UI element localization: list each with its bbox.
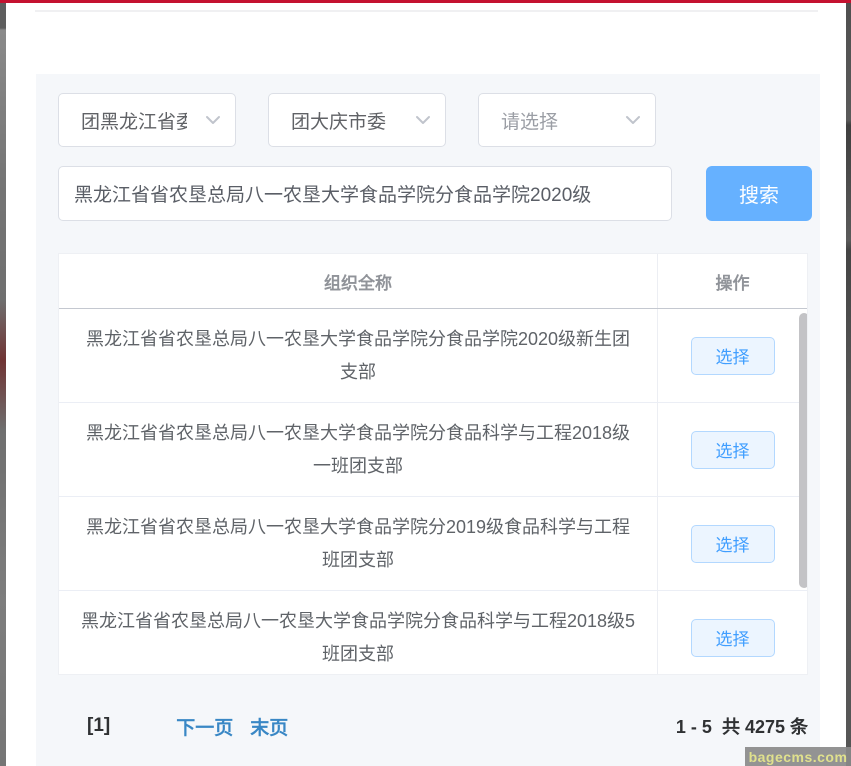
watermark-text: bagecms.com [749, 749, 848, 765]
table-body: 黑龙江省省农垦总局八一农垦大学食品学院分食品学院2020级新生团支部 选择 黑龙… [59, 309, 807, 674]
org-name-cell: 黑龙江省省农垦总局八一农垦大学食品学院分食品学院2020级新生团支部 [59, 309, 658, 402]
table-row: 黑龙江省省农垦总局八一农垦大学食品学院分2019级食品科学与工程班团支部 选择 [59, 497, 807, 591]
org-name-cell: 黑龙江省省农垦总局八一农垦大学食品学院分食品科学与工程2018级5班团支部 [59, 591, 658, 674]
current-page-indicator[interactable]: [1] [87, 715, 110, 737]
action-cell: 选择 [658, 403, 807, 496]
last-page-link[interactable]: 末页 [250, 713, 288, 740]
org-name-cell: 黑龙江省省农垦总局八一农垦大学食品学院分食品科学与工程2018级一班团支部 [59, 403, 658, 496]
window-edge-left [0, 0, 6, 766]
window-edge-right [846, 0, 851, 766]
org-name-cell: 黑龙江省省农垦总局八一农垦大学食品学院分2019级食品科学与工程班团支部 [59, 497, 658, 590]
action-cell: 选择 [658, 309, 807, 402]
organization-search-input[interactable] [58, 166, 672, 221]
modal-header-divider [35, 10, 818, 12]
table-scrollbar-thumb[interactable] [799, 313, 807, 588]
filter-panel: 团黑龙江省委 团大庆市委 请选择 搜索 组织全称 操作 [36, 74, 820, 766]
organization-table: 组织全称 操作 黑龙江省省农垦总局八一农垦大学食品学院分食品学院2020级新生团… [58, 253, 808, 675]
chevron-down-icon [415, 115, 431, 125]
select-row-button[interactable]: 选择 [691, 619, 775, 657]
action-cell: 选择 [658, 591, 807, 674]
search-button[interactable]: 搜索 [706, 166, 812, 221]
province-select-value: 团黑龙江省委 [81, 107, 187, 134]
next-page-link[interactable]: 下一页 [176, 713, 233, 740]
table-row: 黑龙江省省农垦总局八一农垦大学食品学院分食品科学与工程2018级一班团支部 选择 [59, 403, 807, 497]
select-row-button[interactable]: 选择 [691, 525, 775, 563]
select-row-button[interactable]: 选择 [691, 337, 775, 375]
top-accent-bar [0, 0, 851, 3]
city-select[interactable]: 团大庆市委 [268, 93, 446, 147]
organization-picker-modal: 团黑龙江省委 团大庆市委 请选择 搜索 组织全称 操作 [0, 0, 851, 766]
city-select-value: 团大庆市委 [291, 107, 397, 134]
chevron-down-icon [625, 115, 641, 125]
table-row: 黑龙江省省农垦总局八一农垦大学食品学院分食品科学与工程2018级5班团支部 选择 [59, 591, 807, 674]
result-range-text: 1 - 5 共 4275 条 [676, 713, 808, 739]
district-select[interactable]: 请选择 [478, 93, 656, 147]
table-row: 黑龙江省省农垦总局八一农垦大学食品学院分食品学院2020级新生团支部 选择 [59, 309, 807, 403]
column-header-org-name: 组织全称 [59, 254, 658, 308]
chevron-down-icon [205, 115, 221, 125]
district-select-placeholder: 请选择 [501, 107, 607, 134]
select-row-button[interactable]: 选择 [691, 431, 775, 469]
column-header-action: 操作 [658, 254, 807, 308]
pagination-bar: [1] 下一页 末页 1 - 5 共 4275 条 [58, 708, 808, 744]
action-cell: 选择 [658, 497, 807, 590]
province-select[interactable]: 团黑龙江省委 [58, 93, 236, 147]
watermark-badge: bagecms.com [745, 747, 851, 766]
table-header-row: 组织全称 操作 [59, 254, 807, 309]
